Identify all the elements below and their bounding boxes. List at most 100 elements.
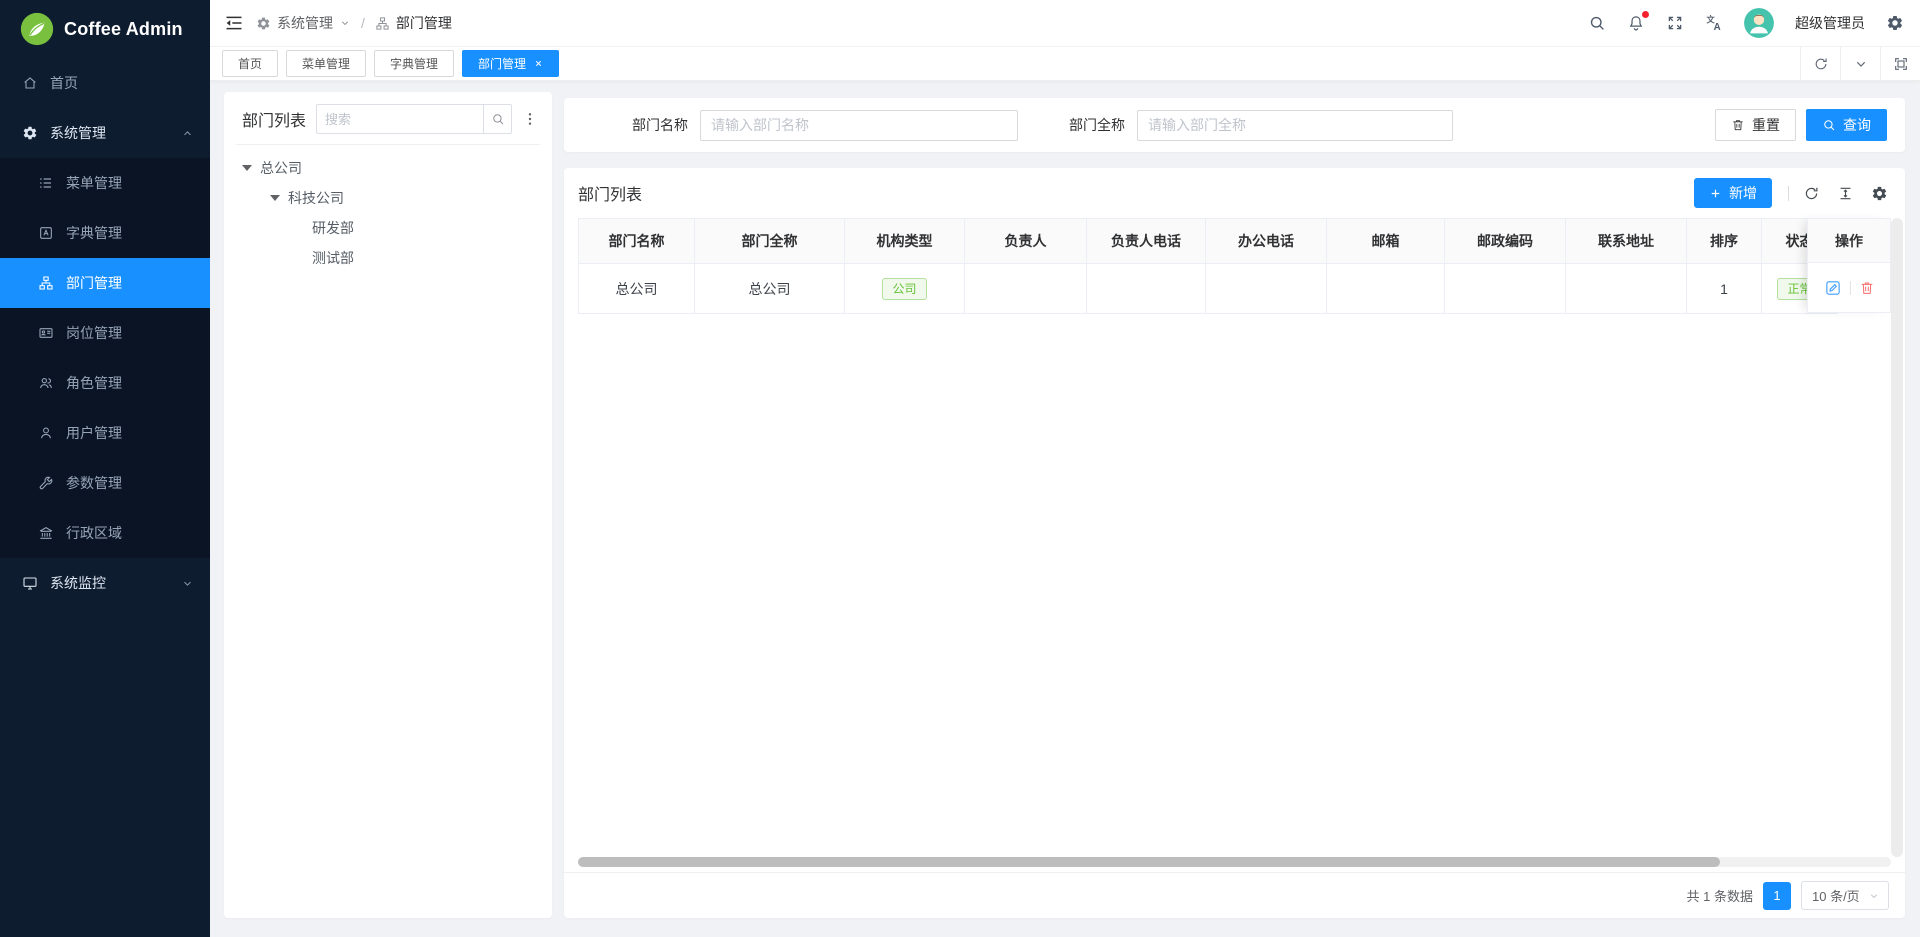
page-button-1[interactable]: 1 — [1763, 882, 1791, 910]
org-chart-icon — [38, 275, 54, 291]
col-sort[interactable]: 排序 — [1687, 219, 1762, 264]
sidebar: Coffee Admin 首页 系统管理 菜单管理 字典管理 部门管理 岗位管理… — [0, 0, 210, 937]
breadcrumb-level1[interactable]: 系统管理 — [277, 13, 333, 33]
delete-icon[interactable] — [1859, 280, 1875, 296]
sidebar-item-menu-mgmt[interactable]: 菜单管理 — [0, 158, 210, 208]
tab-dept-mgmt[interactable]: 部门管理 — [462, 50, 559, 77]
gear-icon — [22, 125, 38, 141]
sidebar-item-admin-region[interactable]: 行政区域 — [0, 508, 210, 558]
sidebar-item-role-mgmt[interactable]: 角色管理 — [0, 358, 210, 408]
more-options-icon[interactable] — [522, 111, 538, 127]
chevron-up-icon — [181, 127, 194, 140]
tab-home[interactable]: 首页 — [222, 50, 278, 77]
sidebar-item-label: 用户管理 — [66, 423, 194, 443]
tree-search-button[interactable] — [483, 105, 511, 133]
dept-fullname-input[interactable] — [1137, 110, 1453, 141]
cell-dept-fullname: 总公司 — [695, 264, 845, 314]
row-density-icon[interactable] — [1837, 185, 1854, 202]
tree-node-label: 测试部 — [312, 248, 354, 268]
horizontal-scrollbar[interactable] — [578, 857, 1891, 867]
app-logo[interactable]: Coffee Admin — [0, 0, 210, 58]
avatar[interactable] — [1744, 8, 1774, 38]
page-size-select[interactable]: 10 条/页 — [1801, 881, 1889, 910]
tab-dict-mgmt[interactable]: 字典管理 — [374, 50, 454, 77]
sidebar-item-label: 岗位管理 — [66, 323, 194, 343]
sidebar-item-home[interactable]: 首页 — [0, 58, 210, 108]
tree-node-leaf[interactable]: 研发部 — [236, 213, 540, 243]
sidebar-group-monitor[interactable]: 系统监控 — [0, 558, 210, 608]
table-scroll-area: 部门名称 部门全称 机构类型 负责人 负责人电话 办公电话 邮箱 邮政编码 联系… — [578, 218, 1891, 314]
id-badge-icon — [38, 325, 54, 341]
reset-button[interactable]: 重置 — [1715, 109, 1796, 141]
sidebar-group-system[interactable]: 系统管理 — [0, 108, 210, 158]
pagination-total: 共 1 条数据 — [1687, 886, 1753, 905]
close-icon[interactable] — [534, 59, 543, 68]
caret-down-icon[interactable] — [242, 165, 252, 171]
col-dept-name[interactable]: 部门名称 — [579, 219, 695, 264]
username[interactable]: 超级管理员 — [1795, 13, 1865, 33]
sidebar-item-user-mgmt[interactable]: 用户管理 — [0, 408, 210, 458]
chevron-down-icon[interactable] — [339, 17, 351, 29]
col-dept-fullname[interactable]: 部门全称 — [695, 219, 845, 264]
sidebar-item-dept-mgmt[interactable]: 部门管理 — [0, 258, 210, 308]
tree-node-child[interactable]: 科技公司 — [236, 183, 540, 213]
tree-node-label: 研发部 — [312, 218, 354, 238]
content: 部门列表 总公司 科技公司 研发部 测试部 — [210, 81, 1920, 937]
refresh-tab-button[interactable] — [1800, 47, 1840, 80]
tree-node-root[interactable]: 总公司 — [236, 153, 540, 183]
sidebar-group-label: 系统管理 — [50, 123, 169, 143]
sidebar-item-label: 首页 — [50, 73, 194, 93]
dept-tree: 总公司 科技公司 研发部 测试部 — [236, 145, 540, 273]
refresh-icon[interactable] — [1803, 185, 1820, 202]
col-leader[interactable]: 负责人 — [965, 219, 1087, 264]
add-button[interactable]: 新增 — [1694, 178, 1772, 208]
settings-gear-icon[interactable] — [1886, 14, 1904, 32]
tab-tools — [1800, 47, 1920, 80]
cell-org-type: 公司 — [845, 264, 965, 314]
dept-table-card: 部门列表 新增 — [564, 168, 1905, 918]
page-size-value: 10 条/页 — [1812, 886, 1860, 905]
cell-ops — [1807, 263, 1891, 313]
wrench-icon — [38, 475, 54, 491]
col-email[interactable]: 邮箱 — [1327, 219, 1445, 264]
tree-search-input[interactable] — [317, 112, 483, 127]
breadcrumb-level2[interactable]: 部门管理 — [396, 13, 452, 33]
caret-down-icon[interactable] — [270, 195, 280, 201]
table-header-row: 部门名称 部门全称 机构类型 负责人 负责人电话 办公电话 邮箱 邮政编码 联系… — [579, 219, 1838, 264]
translate-icon[interactable] — [1705, 14, 1723, 32]
notifications-button[interactable] — [1627, 14, 1645, 32]
maximize-icon — [1893, 56, 1909, 72]
sidebar-item-dict-mgmt[interactable]: 字典管理 — [0, 208, 210, 258]
tab-menu-dropdown-button[interactable] — [1840, 47, 1880, 80]
edit-icon[interactable] — [1824, 279, 1842, 297]
cell-postcode — [1445, 264, 1566, 314]
tree-node-leaf[interactable]: 测试部 — [236, 243, 540, 273]
dept-name-input[interactable] — [700, 110, 1018, 141]
search-icon[interactable] — [1588, 14, 1606, 32]
query-button[interactable]: 查询 — [1806, 109, 1887, 141]
dictionary-icon — [38, 225, 54, 241]
pagination-bar: 共 1 条数据 1 10 条/页 — [564, 872, 1905, 918]
sidebar-item-param-mgmt[interactable]: 参数管理 — [0, 458, 210, 508]
chevron-down-icon — [1853, 56, 1869, 72]
sidebar-group-label: 系统监控 — [50, 573, 169, 593]
fullscreen-icon[interactable] — [1666, 14, 1684, 32]
tab-menu-mgmt[interactable]: 菜单管理 — [286, 50, 366, 77]
col-office-phone[interactable]: 办公电话 — [1206, 219, 1327, 264]
reset-button-label: 重置 — [1752, 115, 1780, 135]
column-settings-gear-icon[interactable] — [1871, 185, 1888, 202]
col-leader-phone[interactable]: 负责人电话 — [1087, 219, 1206, 264]
vertical-scrollbar[interactable] — [1891, 218, 1903, 857]
sidebar-item-post-mgmt[interactable]: 岗位管理 — [0, 308, 210, 358]
col-postcode[interactable]: 邮政编码 — [1445, 219, 1566, 264]
content-maximize-button[interactable] — [1880, 47, 1920, 80]
chevron-down-icon — [181, 577, 194, 590]
table-row[interactable]: 总公司 总公司 公司 1 正常 — [579, 264, 1838, 314]
col-address[interactable]: 联系地址 — [1566, 219, 1687, 264]
search-icon — [1822, 118, 1836, 132]
tab-label: 字典管理 — [390, 55, 438, 72]
horizontal-scrollbar-thumb[interactable] — [578, 857, 1720, 867]
collapse-sidebar-icon[interactable] — [224, 13, 244, 33]
cell-sort: 1 — [1687, 264, 1762, 314]
col-org-type[interactable]: 机构类型 — [845, 219, 965, 264]
